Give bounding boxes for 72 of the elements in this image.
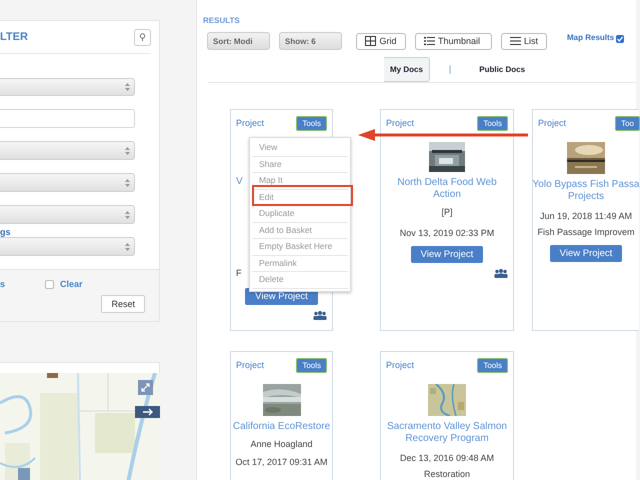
project-title[interactable]: California EcoRestore <box>232 421 330 433</box>
tools-button[interactable]: Tools <box>296 116 327 131</box>
map-results-checkbox[interactable] <box>616 35 624 43</box>
panel-title: LTER <box>0 31 28 43</box>
field-label: gs <box>0 228 12 237</box>
project-title[interactable]: Sacramento Valley Salmon <box>387 421 507 433</box>
card-type: Project <box>386 118 414 128</box>
clear-checkbox[interactable] <box>45 280 54 288</box>
map-results-label[interactable]: Map Results <box>567 32 614 42</box>
spinner-icon <box>125 242 130 250</box>
show-select[interactable]: Show: 6 <box>279 32 342 50</box>
tab-separator: | <box>448 64 452 74</box>
card-type: Project <box>538 118 566 128</box>
select-field[interactable] <box>0 78 135 96</box>
select-field[interactable] <box>0 205 135 224</box>
project-title[interactable]: North Delta Food Web <box>397 177 497 189</box>
tools-button[interactable]: Too <box>615 116 640 131</box>
spinner-icon <box>125 210 130 218</box>
tools-button[interactable]: Tools <box>296 358 327 373</box>
input-field[interactable] <box>0 109 135 128</box>
card-date: Nov 13, 2019 02:33 PM <box>400 228 494 238</box>
project-title[interactable]: Recovery Program <box>405 433 489 445</box>
filter-link[interactable]: s <box>0 279 6 289</box>
menu-item[interactable]: View <box>252 140 348 156</box>
card-type: Project <box>236 360 264 370</box>
card-type: Project <box>386 360 414 370</box>
card-type: Project <box>236 118 264 128</box>
menu-item[interactable]: Duplicate <box>252 206 348 222</box>
select-field[interactable] <box>0 141 135 160</box>
expand-button[interactable] <box>138 380 153 395</box>
list-icon <box>424 36 435 46</box>
spinner-icon <box>125 178 130 186</box>
sort-select[interactable]: Sort: Modi <box>207 32 270 50</box>
spinner-icon <box>125 83 130 91</box>
select-field[interactable] <box>0 237 135 256</box>
view-button[interactable]: Thumbnail <box>415 32 492 50</box>
docs-tab[interactable]: Public Docs <box>473 62 532 76</box>
menu-item[interactable]: Permalink <box>252 256 348 272</box>
project-title[interactable]: Projects <box>568 191 604 203</box>
card-category: Restoration <box>424 469 470 479</box>
view-project-button[interactable]: View Project <box>410 246 484 263</box>
card-date: Oct 17, 2017 09:31 AM <box>235 457 328 467</box>
project-title[interactable]: V <box>236 176 243 188</box>
docs-tab[interactable]: My Docs <box>384 56 430 82</box>
reset-button[interactable]: Reset <box>101 295 145 313</box>
menu-item[interactable]: Add to Basket <box>252 222 348 239</box>
project-title[interactable]: Action <box>433 189 461 201</box>
card-date: Jun 19, 2018 11:49 AM <box>540 211 632 221</box>
arrow-button[interactable] <box>135 406 160 418</box>
card-author: [P] <box>441 207 452 217</box>
card-author: Anne Hoagland <box>250 439 313 449</box>
section-heading: RESULTS <box>203 16 241 25</box>
clear-label[interactable]: Clear <box>60 279 83 289</box>
grid-icon <box>365 36 376 46</box>
view-button[interactable]: List <box>501 32 547 50</box>
tools-button[interactable]: Tools <box>477 358 508 373</box>
project-title[interactable]: Yolo Bypass Fish Passa <box>532 179 640 191</box>
view-button[interactable]: Grid <box>356 32 406 50</box>
spinner-icon <box>125 146 130 154</box>
card-category: F <box>236 268 242 278</box>
menu-item[interactable]: Share <box>252 156 348 173</box>
menu-item[interactable]: Empty Basket Here <box>252 239 348 256</box>
menu-item[interactable]: Map It <box>252 173 348 190</box>
card-category: Fish Passage Improvem <box>537 227 635 237</box>
select-field[interactable] <box>0 173 135 192</box>
arrow-icon <box>142 408 154 416</box>
tools-button[interactable]: Tools <box>477 116 508 131</box>
view-project-button[interactable]: View Project <box>550 245 622 262</box>
lines-icon <box>510 36 521 46</box>
card-date: Dec 13, 2016 09:48 AM <box>400 453 494 463</box>
menu-item[interactable]: Edit <box>252 190 348 206</box>
menu-item[interactable]: Delete <box>252 272 348 288</box>
